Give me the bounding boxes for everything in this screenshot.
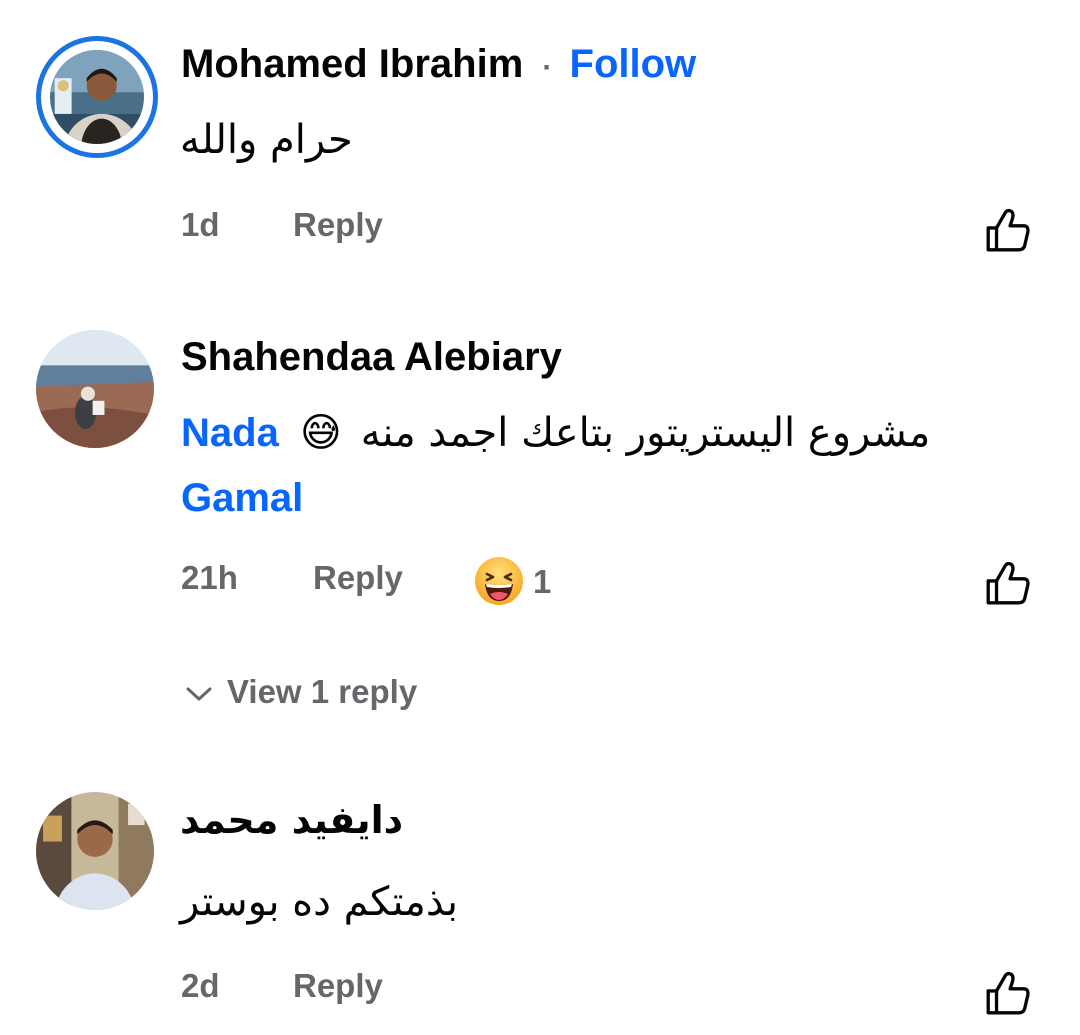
avatar-photo	[36, 330, 154, 448]
emoji-sweat-smile: 😅	[299, 410, 342, 456]
view-replies-button[interactable]: View 1 reply	[185, 672, 417, 712]
comment-time: 21h	[181, 559, 238, 596]
comment-text: مشروع اليستريتور بتاعك اجمد منه	[360, 410, 931, 456]
follow-separator: ·	[542, 51, 553, 84]
comment-time: 1d	[181, 206, 220, 243]
avatar[interactable]	[36, 792, 154, 910]
thumbs-up-icon	[986, 208, 1030, 252]
mention-link-continued[interactable]: Gamal	[181, 470, 303, 526]
comment-text: بذمتكم ده بوستر	[180, 879, 458, 925]
chevron-down-icon	[185, 685, 213, 703]
thumbs-up-icon	[986, 971, 1030, 1015]
mention-link[interactable]: Nada	[181, 411, 279, 455]
haha-reaction-icon	[475, 557, 523, 605]
reaction-count[interactable]: 1	[533, 562, 551, 602]
comment-text: حرام والله	[180, 117, 353, 163]
avatar[interactable]	[50, 50, 144, 144]
thumbs-up-icon	[986, 561, 1030, 605]
comment-time: 2d	[181, 967, 220, 1004]
like-button[interactable]	[983, 968, 1033, 1018]
avatar[interactable]	[36, 330, 154, 448]
avatar-photo	[36, 792, 154, 910]
reply-button[interactable]: Reply	[313, 558, 403, 598]
reply-button[interactable]: Reply	[293, 205, 383, 245]
comment-author[interactable]: Mohamed Ibrahim · Follow	[181, 40, 696, 92]
follow-link[interactable]: Follow	[570, 42, 697, 86]
author-name[interactable]: دايفيد محمد	[180, 796, 403, 844]
comment-text-line: Nada 😅 مشروع اليستريتور بتاعك اجمد منه	[181, 405, 930, 461]
reply-button[interactable]: Reply	[293, 966, 383, 1006]
like-button[interactable]	[983, 558, 1033, 608]
reaction-summary[interactable]	[473, 555, 525, 607]
author-name[interactable]: Mohamed Ibrahim	[181, 42, 523, 86]
author-name[interactable]: Shahendaa Alebiary	[181, 333, 562, 381]
mention-link[interactable]: Gamal	[181, 476, 303, 520]
avatar-photo	[50, 50, 144, 144]
like-button[interactable]	[983, 205, 1033, 255]
view-replies-label: View 1 reply	[227, 673, 418, 710]
